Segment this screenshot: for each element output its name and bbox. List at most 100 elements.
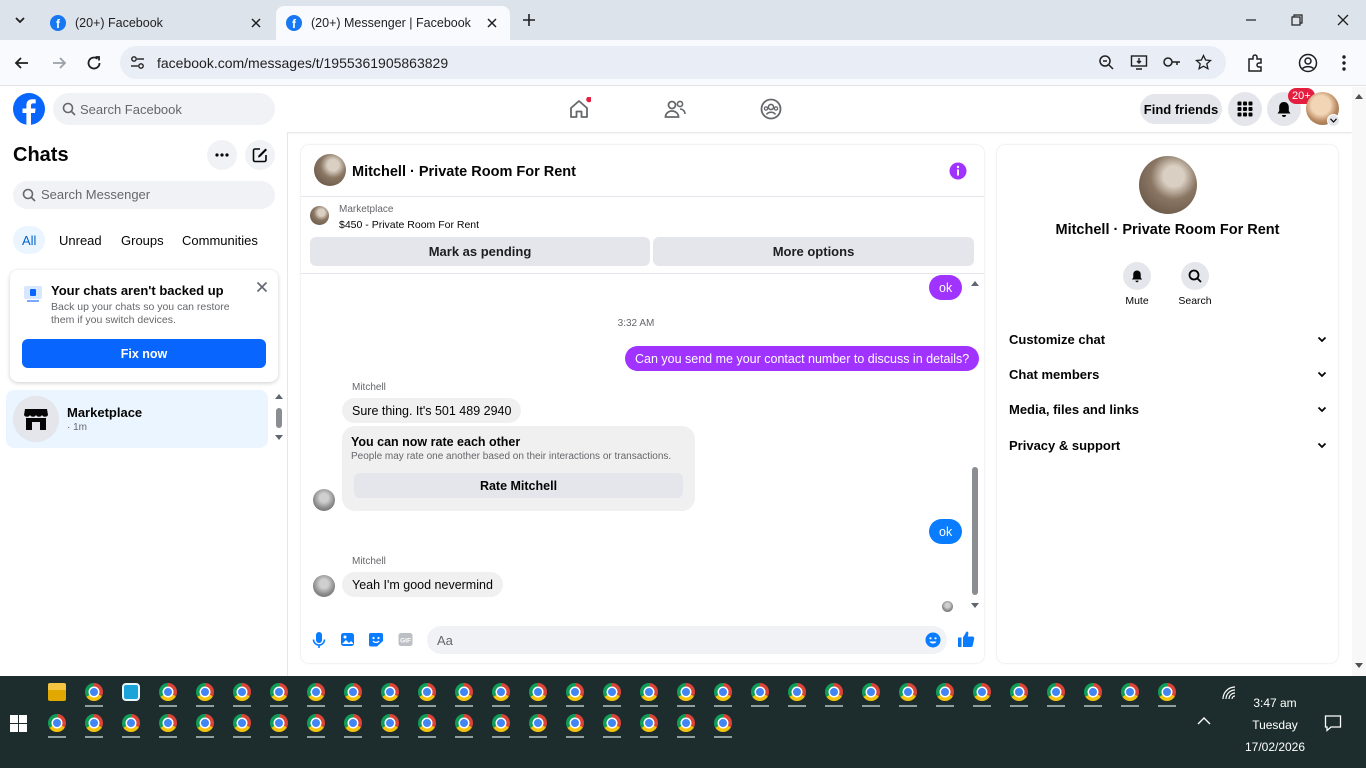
gif-icon[interactable]: GIF — [398, 632, 413, 647]
message-input[interactable]: Aa — [427, 626, 947, 654]
restore-icon[interactable] — [1285, 8, 1309, 32]
listing-title[interactable]: $450 - Private Room For Rent — [339, 219, 479, 231]
thumbs-up-icon[interactable] — [957, 630, 975, 648]
section-customize-chat[interactable]: Customize chat — [1009, 329, 1327, 349]
chrome-icon[interactable] — [455, 683, 473, 701]
tab-facebook[interactable]: f (20+) Facebook — [40, 6, 274, 40]
tab-messenger[interactable]: f (20+) Messenger | Facebook — [276, 6, 510, 40]
chrome-icon[interactable] — [603, 683, 621, 701]
messenger-search-input[interactable]: Search Messenger — [13, 181, 275, 209]
site-settings-icon[interactable] — [129, 54, 146, 71]
facebook-search-input[interactable]: Search Facebook — [53, 93, 275, 125]
chrome-icon[interactable] — [862, 683, 880, 701]
profile-icon[interactable] — [1297, 52, 1319, 74]
chrome-icon[interactable] — [640, 714, 658, 732]
section-privacy-support[interactable]: Privacy & support — [1009, 435, 1327, 455]
chrome-icon[interactable] — [85, 714, 103, 732]
details-avatar[interactable] — [1139, 156, 1197, 214]
chrome-icon[interactable] — [973, 683, 991, 701]
chrome-icon[interactable] — [677, 683, 695, 701]
rate-mitchell-button[interactable]: Rate Mitchell — [354, 473, 683, 498]
chrome-icon[interactable] — [529, 683, 547, 701]
search-conversation-button[interactable]: Search — [1165, 262, 1225, 307]
chrome-icon[interactable] — [418, 714, 436, 732]
chrome-icon[interactable] — [418, 683, 436, 701]
back-arrow-icon[interactable] — [11, 52, 33, 74]
chrome-icon[interactable] — [936, 683, 954, 701]
chrome-icon[interactable] — [1121, 683, 1139, 701]
chrome-icon[interactable] — [233, 714, 251, 732]
chrome-icon[interactable] — [381, 683, 399, 701]
chrome-icon[interactable] — [1047, 683, 1065, 701]
filter-all[interactable]: All — [13, 226, 46, 254]
chrome-icon[interactable] — [492, 683, 510, 701]
new-tab-plus-icon[interactable] — [520, 11, 538, 29]
sticker-icon[interactable] — [368, 632, 384, 647]
message-incoming[interactable]: Yeah I'm good nevermind — [342, 572, 503, 597]
chrome-icon[interactable] — [233, 683, 251, 701]
chrome-icon[interactable] — [788, 683, 806, 701]
mute-button[interactable]: Mute — [1107, 262, 1167, 307]
chrome-icon[interactable] — [899, 683, 917, 701]
chat-list-item[interactable]: Marketplace · 1m — [6, 390, 268, 448]
chrome-icon[interactable] — [1084, 683, 1102, 701]
chrome-icon[interactable] — [825, 683, 843, 701]
filter-unread[interactable]: Unread — [50, 226, 111, 254]
chrome-icon[interactable] — [1158, 683, 1176, 701]
sender-avatar[interactable] — [313, 575, 335, 597]
filter-communities[interactable]: Communities — [173, 226, 267, 254]
extensions-puzzle-icon[interactable] — [1244, 52, 1266, 74]
chats-options-button[interactable] — [207, 140, 237, 170]
message-incoming[interactable]: Sure thing. It's 501 489 2940 — [342, 398, 522, 423]
message-outgoing[interactable]: Can you send me your contact number to d… — [625, 346, 980, 371]
chrome-icon[interactable] — [714, 683, 732, 701]
chrome-icon[interactable] — [196, 714, 214, 732]
kebab-menu-icon[interactable] — [1333, 52, 1355, 74]
filter-groups[interactable]: Groups — [112, 226, 173, 254]
chrome-icon[interactable] — [159, 683, 177, 701]
chrome-icon[interactable] — [85, 683, 103, 701]
close-icon[interactable] — [484, 15, 500, 31]
chevron-up-icon[interactable] — [1196, 715, 1212, 727]
chrome-icon[interactable] — [270, 683, 288, 701]
chrome-icon[interactable] — [307, 683, 325, 701]
sender-avatar[interactable] — [313, 489, 335, 511]
chrome-icon[interactable] — [344, 714, 362, 732]
message-outgoing[interactable]: ok — [929, 519, 963, 544]
window-close-icon[interactable] — [1331, 8, 1355, 32]
tab-search-button[interactable] — [8, 8, 32, 32]
chrome-icon[interactable] — [1010, 683, 1028, 701]
chrome-icon[interactable] — [270, 714, 288, 732]
chrome-icon[interactable] — [381, 714, 399, 732]
chrome-icon[interactable] — [566, 683, 584, 701]
zoom-icon[interactable] — [1098, 54, 1115, 71]
chrome-icon[interactable] — [48, 714, 66, 732]
forward-arrow-icon[interactable] — [48, 52, 70, 74]
close-icon[interactable] — [248, 15, 264, 31]
facebook-logo-icon[interactable] — [13, 93, 45, 125]
home-icon[interactable] — [567, 97, 591, 121]
chrome-icon[interactable] — [714, 714, 732, 732]
chrome-icon[interactable] — [603, 714, 621, 732]
find-friends-button[interactable]: Find friends — [1140, 94, 1222, 124]
page-scrollbar[interactable] — [1352, 87, 1366, 676]
conversation-title[interactable]: Mitchell · Private Room For Rent — [352, 164, 576, 180]
chrome-icon[interactable] — [677, 714, 695, 732]
friends-icon[interactable] — [663, 97, 687, 121]
section-media-files-links[interactable]: Media, files and links — [1009, 399, 1327, 419]
listing-thumbnail[interactable] — [310, 206, 329, 225]
file-explorer-icon[interactable] — [48, 683, 66, 701]
mark-as-pending-button[interactable]: Mark as pending — [310, 237, 650, 266]
microphone-icon[interactable] — [312, 631, 326, 649]
info-icon[interactable] — [949, 162, 967, 180]
windows-start-icon[interactable] — [10, 715, 27, 732]
chrome-icon[interactable] — [307, 714, 325, 732]
install-app-icon[interactable] — [1130, 54, 1148, 71]
close-icon[interactable] — [256, 281, 268, 293]
image-icon[interactable] — [340, 632, 355, 647]
more-options-button[interactable]: More options — [653, 237, 974, 266]
chrome-icon[interactable] — [196, 683, 214, 701]
fix-now-button[interactable]: Fix now — [22, 339, 266, 368]
chrome-icon[interactable] — [159, 714, 177, 732]
groups-icon[interactable] — [759, 97, 783, 121]
